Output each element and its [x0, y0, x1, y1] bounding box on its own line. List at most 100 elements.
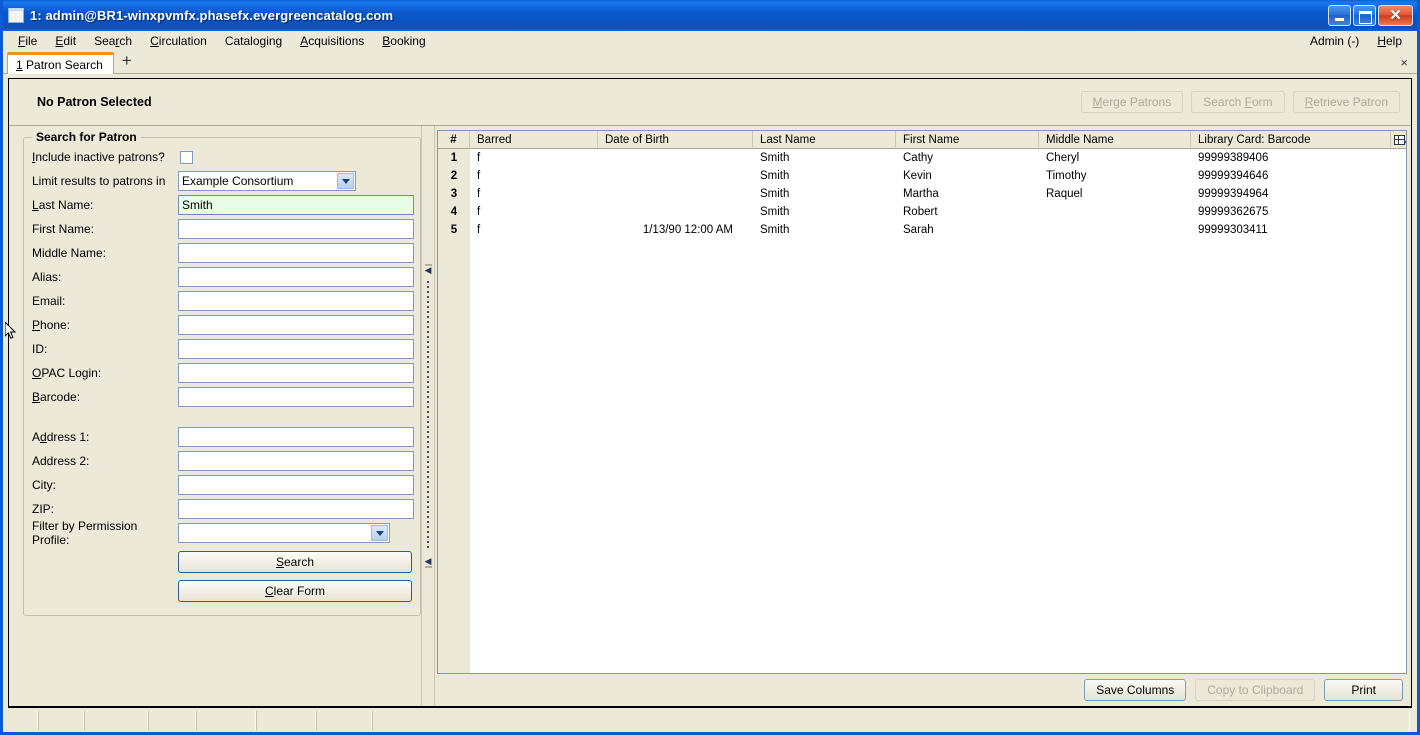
cell-barcode: 99999394964 [1198, 188, 1269, 200]
patron-status-label: No Patron Selected [37, 95, 152, 109]
table-row[interactable]: 5 f 1/13/90 12:00 AM Smith Sarah 9999930… [438, 221, 1406, 239]
column-header-barred[interactable]: Barred [470, 131, 598, 149]
cell-num: 3 [438, 185, 470, 203]
clear-form-button[interactable]: Clear Form [178, 580, 412, 602]
menu-edit[interactable]: Edit [46, 32, 85, 50]
address2-input[interactable] [178, 451, 414, 471]
column-header-first-name[interactable]: First Name [896, 131, 1039, 149]
results-rows: 1 f Smith Cathy Cheryl 99999389406 2 f S… [438, 149, 1406, 673]
pane-splitter[interactable]: ◀ ◀ [421, 126, 435, 706]
splitter-collapse-left-icon[interactable]: ◀ [425, 266, 432, 275]
field-first-name: First Name: [32, 217, 414, 241]
field-include-inactive: Include inactive patrons? [32, 145, 412, 169]
first-name-label: First Name: [32, 222, 95, 236]
field-address1: Address 1: [32, 425, 414, 449]
field-address2: Address 2: [32, 449, 414, 473]
table-row[interactable]: 4 f Smith Robert 99999362675 [438, 203, 1406, 221]
menu-help[interactable]: Help [1368, 32, 1411, 50]
print-button[interactable]: Print [1324, 679, 1403, 701]
field-last-name: Last Name: [32, 193, 414, 217]
search-button[interactable]: Search [178, 551, 412, 573]
field-zip: ZIP: [32, 497, 414, 521]
table-row[interactable]: 3 f Smith Martha Raquel 99999394964 [438, 185, 1406, 203]
zip-input[interactable] [178, 499, 414, 519]
status-bar [8, 708, 1412, 732]
patron-search-panel: No Patron Selected Merge Patrons Search … [8, 78, 1412, 708]
application-window: 1: admin@BR1-winxpvmfx.phasefx.evergreen… [0, 0, 1420, 735]
copy-to-clipboard-button[interactable]: Copy to Clipboard [1195, 679, 1316, 701]
address1-input[interactable] [178, 427, 414, 447]
cell-last-name: Smith [760, 152, 790, 164]
status-segment [148, 711, 196, 730]
column-header-num[interactable]: # [438, 131, 470, 149]
phone-input[interactable] [178, 315, 414, 335]
cell-middle-name: Timothy [1046, 170, 1087, 182]
menu-acquisitions[interactable]: Acquisitions [291, 32, 373, 50]
include-inactive-checkbox[interactable] [180, 150, 193, 164]
id-input[interactable] [178, 339, 414, 359]
cell-barred: f [477, 206, 481, 218]
column-header-barcode[interactable]: Library Card: Barcode [1191, 131, 1391, 149]
cell-last-name: Smith [760, 170, 790, 182]
menu-cataloging[interactable]: Cataloging [216, 32, 291, 50]
minimize-button[interactable] [1328, 5, 1351, 26]
retrieve-patron-button[interactable]: Retrieve Patron [1292, 91, 1400, 113]
maximize-button[interactable] [1353, 5, 1376, 26]
city-input[interactable] [178, 475, 414, 495]
column-header-middle-name[interactable]: Middle Name [1039, 131, 1191, 149]
cell-last-name: Smith [760, 188, 790, 200]
cell-barred: f [477, 152, 481, 164]
opac-login-label: OPAC Login: [32, 366, 102, 380]
table-row[interactable]: 2 f Smith Kevin Timothy 99999394646 [438, 167, 1406, 185]
alias-input[interactable] [178, 267, 414, 287]
field-alias: Alias: [32, 265, 414, 289]
barcode-input[interactable] [178, 387, 414, 407]
cell-dob: 1/13/90 12:00 AM [642, 224, 733, 236]
field-permission-profile: Filter by Permission Profile: [32, 519, 412, 547]
cell-last-name: Smith [760, 206, 790, 218]
status-segment [316, 711, 372, 730]
menu-booking[interactable]: Booking [373, 32, 434, 50]
city-label: City: [32, 478, 56, 492]
search-form-button[interactable]: Search Form [1191, 91, 1285, 113]
save-columns-button[interactable]: Save Columns [1084, 679, 1187, 701]
menu-admin[interactable]: Admin (-) [1301, 32, 1368, 50]
tab-patron-search[interactable]: 1 Patron Search [7, 52, 114, 74]
column-header-last-name[interactable]: Last Name [753, 131, 896, 149]
barcode-label: Barcode: [32, 390, 81, 404]
cell-middle-name: Raquel [1046, 188, 1083, 200]
last-name-input[interactable] [178, 195, 414, 215]
column-picker-icon[interactable] [1391, 131, 1406, 149]
cell-num: 1 [438, 149, 470, 167]
tab-number: 1 [16, 57, 23, 72]
content-area: No Patron Selected Merge Patrons Search … [3, 74, 1417, 732]
splitter-tick-bottom [424, 566, 432, 568]
cell-first-name: Sarah [903, 224, 934, 236]
new-tab-button[interactable]: + [114, 52, 140, 71]
menu-file[interactable]: File [9, 32, 46, 50]
menu-circulation[interactable]: Circulation [141, 32, 216, 50]
cell-barcode: 99999362675 [1198, 206, 1269, 218]
first-name-input[interactable] [178, 219, 414, 239]
results-footer: Save Columns Copy to Clipboard Print [437, 674, 1407, 706]
menu-search[interactable]: Search [85, 32, 141, 50]
middle-name-input[interactable] [178, 243, 414, 263]
email-input[interactable] [178, 291, 414, 311]
field-opac-login: OPAC Login: [32, 361, 414, 385]
merge-patrons-button[interactable]: Merge Patrons [1080, 91, 1184, 113]
permission-profile-select[interactable] [178, 523, 390, 543]
limit-results-select[interactable]: Example Consortium [178, 171, 356, 191]
splitter-collapse-right-icon[interactable]: ◀ [425, 557, 432, 566]
opac-login-input[interactable] [178, 363, 414, 383]
limit-results-label: Limit results to patrons in [32, 174, 166, 188]
table-row[interactable]: 1 f Smith Cathy Cheryl 99999389406 [438, 149, 1406, 167]
cell-barred: f [477, 188, 481, 200]
close-tab-button[interactable]: × [1400, 55, 1408, 70]
field-limit-results: Limit results to patrons in Example Cons… [32, 169, 412, 193]
title-bar: 1: admin@BR1-winxpvmfx.phasefx.evergreen… [3, 0, 1417, 31]
window-title: 1: admin@BR1-winxpvmfx.phasefx.evergreen… [30, 8, 394, 23]
window-icon [8, 8, 24, 23]
close-button[interactable]: ✕ [1378, 5, 1413, 26]
row-search-button: Search [32, 550, 412, 574]
column-header-dob[interactable]: Date of Birth [598, 131, 753, 149]
